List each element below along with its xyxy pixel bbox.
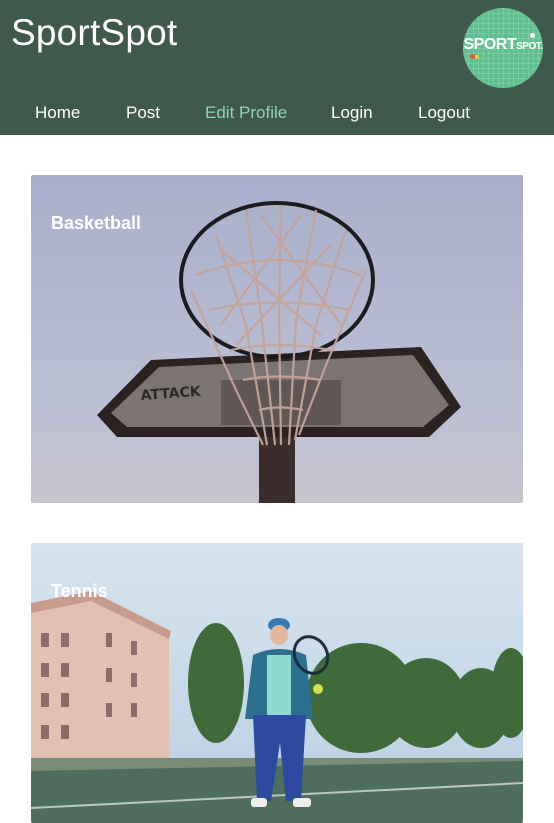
sportspot-logo[interactable]: SPORTSPOT. xyxy=(463,8,543,88)
site-title[interactable]: SportSpot xyxy=(11,12,177,54)
nav-home[interactable]: Home xyxy=(35,103,80,123)
card-title-basketball: Basketball xyxy=(51,213,142,233)
nav-edit-profile[interactable]: Edit Profile xyxy=(205,103,287,123)
logo-dot-yellow xyxy=(475,55,479,59)
sport-card-tennis[interactable]: Tennis xyxy=(31,543,523,823)
nav-login[interactable]: Login xyxy=(331,103,373,123)
main-nav: Home Post Edit Profile Login Logout xyxy=(0,92,554,135)
logo-text-small: SPOT. xyxy=(516,41,543,52)
logo-text: SPORTSPOT. xyxy=(463,36,543,54)
card-title-tennis: Tennis xyxy=(51,581,108,601)
nav-logout[interactable]: Logout xyxy=(418,103,470,123)
sport-card-basketball[interactable]: ATTACK Basketball xyxy=(31,175,523,503)
logo-text-main: SPORT xyxy=(463,36,517,53)
nav-post[interactable]: Post xyxy=(126,103,160,123)
site-header: SportSpot SPORTSPOT. Home Post Edit Prof… xyxy=(0,0,554,135)
